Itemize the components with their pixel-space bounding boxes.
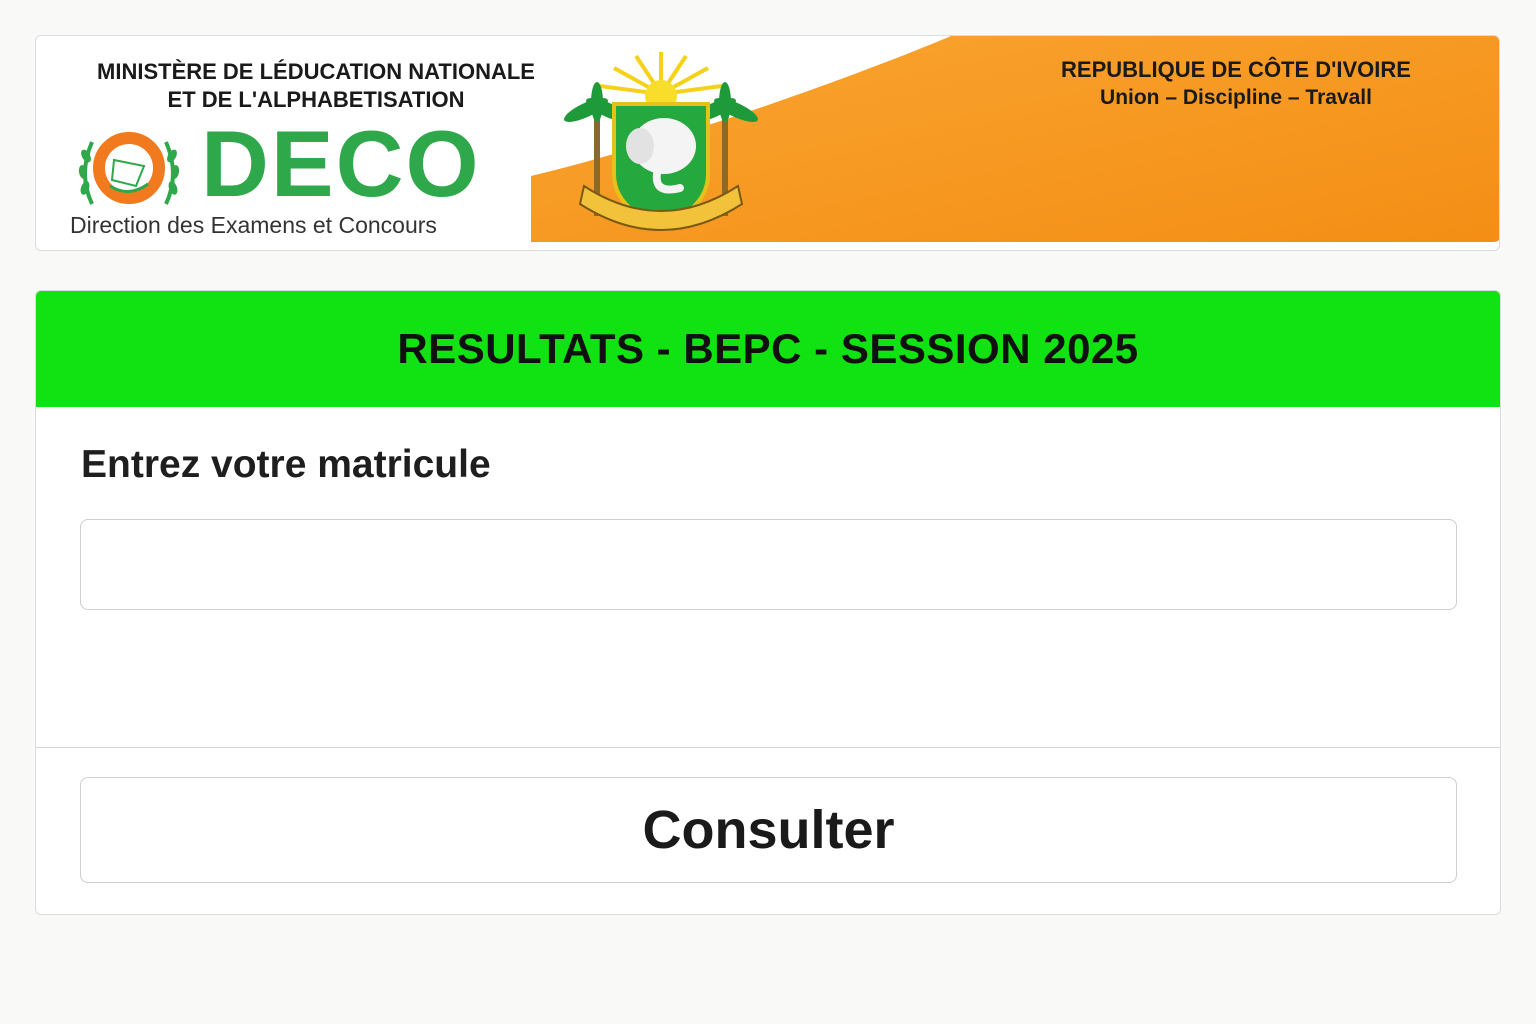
matricule-label: Entrez votre matricule — [81, 443, 491, 486]
country-block: REPUBLIQUE DE CÔTE D'IVOIRE Union – Disc… — [996, 56, 1476, 112]
ministry-line-1: MINISTÈRE DE LÉDUCATION NATIONALE — [97, 59, 535, 84]
divider — [36, 747, 1500, 748]
deco-emblem-icon — [78, 132, 180, 205]
results-title: RESULTATS - BEPC - SESSION 2025 — [397, 325, 1139, 372]
site-header: MINISTÈRE DE LÉDUCATION NATIONALE ET DE … — [35, 35, 1500, 251]
country-name: REPUBLIQUE DE CÔTE D'IVOIRE — [1061, 57, 1411, 82]
ministry-line-2: ET DE L'ALPHABETISATION — [167, 87, 465, 112]
national-motto: Union – Discipline – Travall — [1100, 86, 1372, 109]
deco-subtitle: Direction des Examens et Concours — [70, 212, 437, 238]
consult-button[interactable]: Consulter — [80, 777, 1457, 883]
results-title-bar: RESULTATS - BEPC - SESSION 2025 — [36, 291, 1500, 407]
coat-of-arms-icon — [564, 52, 758, 231]
matricule-input[interactable] — [80, 519, 1457, 610]
results-card: RESULTATS - BEPC - SESSION 2025 Entrez v… — [35, 290, 1501, 915]
ministry-name: MINISTÈRE DE LÉDUCATION NATIONALE ET DE … — [56, 58, 576, 114]
deco-logo-text: DECO — [201, 111, 481, 216]
